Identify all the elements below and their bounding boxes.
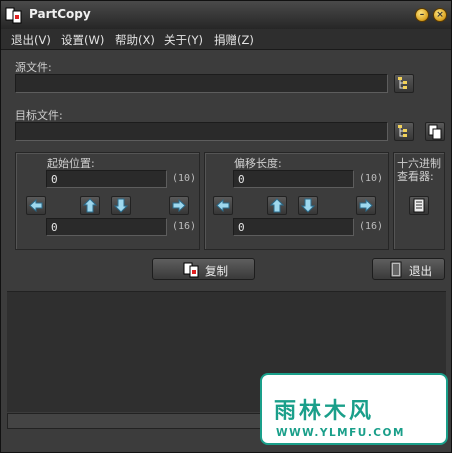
start-down-button[interactable] <box>111 196 131 215</box>
new-document-icon <box>428 124 442 140</box>
start-dec-input[interactable]: 0 <box>46 170 167 188</box>
watermark-main-text: 雨林木风 <box>274 399 375 424</box>
start-up-button[interactable] <box>80 196 100 215</box>
menu-bar: 退出(V) 设置(W) 帮助(X) 关于(Y) 捐赠(Z) <box>1 29 451 50</box>
copy-button-label: 复制 <box>205 264 228 278</box>
menu-exit[interactable]: 退出(V) <box>11 32 51 48</box>
arrow-right-icon <box>172 198 186 213</box>
length-down-button[interactable] <box>298 196 318 215</box>
source-file-label: 源文件: <box>15 61 52 74</box>
arrow-up-icon <box>269 198 285 213</box>
title-bar[interactable]: PartCopy – × <box>1 1 451 29</box>
copy-button[interactable]: 复制 <box>152 258 255 280</box>
length-dec-unit: (10) <box>359 173 384 184</box>
start-right-button[interactable] <box>169 196 189 215</box>
start-position-label: 起始位置: <box>47 157 95 170</box>
watermark-logo: 雨林木风 WWW.YLMFU.COM <box>260 373 448 445</box>
new-file-button[interactable] <box>425 122 445 141</box>
menu-settings[interactable]: 设置(W) <box>61 32 104 48</box>
folder-tree-icon <box>398 125 407 137</box>
hex-viewer-icon <box>413 198 425 213</box>
arrow-left-icon <box>216 198 230 213</box>
menu-about[interactable]: 关于(Y) <box>164 32 203 48</box>
exit-button[interactable]: 退出 <box>372 258 445 280</box>
watermark-url: WWW.YLMFU.COM <box>276 427 405 439</box>
copy-icon <box>183 262 199 278</box>
start-hex-input[interactable]: 0 <box>46 218 167 236</box>
target-file-input[interactable] <box>15 122 388 141</box>
start-dec-unit: (10) <box>172 173 197 184</box>
length-hex-unit: (16) <box>359 221 384 232</box>
app-window: PartCopy – × 退出(V) 设置(W) 帮助(X) 关于(Y) 捐赠(… <box>0 0 452 453</box>
arrow-down-icon <box>113 198 129 213</box>
menu-help[interactable]: 帮助(X) <box>115 32 155 48</box>
arrow-down-icon <box>300 198 316 213</box>
length-up-button[interactable] <box>267 196 287 215</box>
length-dec-input[interactable]: 0 <box>233 170 354 188</box>
exit-button-label: 退出 <box>409 264 432 278</box>
source-file-input[interactable] <box>15 74 388 93</box>
close-button[interactable]: × <box>433 8 447 22</box>
browse-target-button[interactable] <box>394 122 414 141</box>
arrow-up-icon <box>82 198 98 213</box>
window-title: PartCopy <box>29 7 91 21</box>
folder-tree-icon <box>398 77 407 89</box>
exit-icon <box>390 261 402 278</box>
start-hex-unit: (16) <box>172 221 197 232</box>
arrow-right-icon <box>359 198 373 213</box>
arrow-left-icon <box>29 198 43 213</box>
browse-source-button[interactable] <box>394 74 414 93</box>
menu-donate[interactable]: 捐赠(Z) <box>214 32 254 48</box>
app-logo-icon <box>5 7 22 24</box>
length-left-button[interactable] <box>213 196 233 215</box>
hex-viewer-label-2: 查看器: <box>397 170 434 183</box>
length-hex-input[interactable]: 0 <box>233 218 354 236</box>
start-left-button[interactable] <box>26 196 46 215</box>
offset-length-label: 偏移长度: <box>234 157 282 170</box>
target-file-label: 目标文件: <box>15 109 63 122</box>
hex-viewer-button[interactable] <box>409 196 429 215</box>
length-right-button[interactable] <box>356 196 376 215</box>
minimize-button[interactable]: – <box>415 8 429 22</box>
